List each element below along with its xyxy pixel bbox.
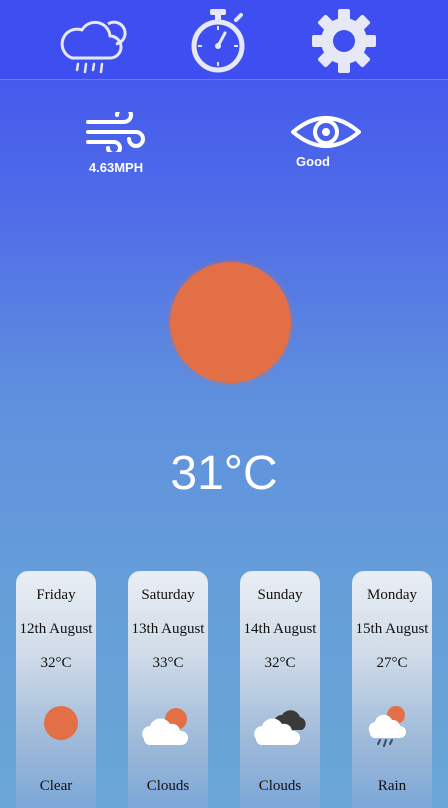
forecast-date: 15th August: [355, 621, 429, 637]
gear-icon: [312, 9, 376, 73]
top-nav-bar: [0, 0, 448, 80]
forecast-temp: 32°C: [264, 655, 296, 671]
current-temperature: 31°C: [170, 447, 278, 500]
weather-nav-button[interactable]: [58, 6, 128, 74]
sun-icon: [170, 262, 291, 383]
forecast-day: Sunday: [257, 587, 303, 603]
timer-nav-button[interactable]: [188, 6, 248, 74]
forecast-date: 13th August: [131, 621, 205, 637]
cloud-rain-icon: [60, 20, 127, 74]
forecast-temp: 33°C: [152, 655, 184, 671]
forecast-condition: Clear: [39, 778, 73, 794]
forecast-condition: Clouds: [258, 778, 302, 794]
cloud-sun-icon: [138, 703, 198, 747]
stopwatch-icon: [191, 9, 245, 73]
forecast-condition: Clouds: [146, 778, 190, 794]
forecast-card-monday[interactable]: Monday 15th August 27°C Rain: [352, 571, 432, 808]
forecast-date: 12th August: [19, 621, 93, 637]
forecast-condition: Rain: [377, 778, 407, 794]
visibility-value: Good: [296, 154, 330, 169]
forecast-day: Monday: [367, 587, 417, 603]
sun-icon: [26, 703, 86, 747]
forecast-card-saturday[interactable]: Saturday 13th August 33°C Clouds: [128, 571, 208, 808]
forecast-card-friday[interactable]: Friday 12th August 32°C Clear: [16, 571, 96, 808]
visibility-stat: Good: [286, 112, 366, 169]
wind-icon: [86, 112, 145, 152]
settings-nav-button[interactable]: [311, 6, 377, 74]
forecast-day: Friday: [36, 587, 76, 603]
wind-stat: 4.63MPH: [80, 112, 152, 175]
eye-icon: [291, 116, 361, 148]
wind-speed-value: 4.63MPH: [88, 160, 144, 175]
forecast-day: Saturday: [141, 587, 195, 603]
forecast-temp: 27°C: [376, 655, 408, 671]
forecast-card-sunday[interactable]: Sunday 14th August 32°C Clouds: [240, 571, 320, 808]
forecast-date: 14th August: [243, 621, 317, 637]
rain-sun-icon: [362, 703, 422, 747]
forecast-temp: 32°C: [40, 655, 72, 671]
clouds-icon: [250, 703, 310, 747]
